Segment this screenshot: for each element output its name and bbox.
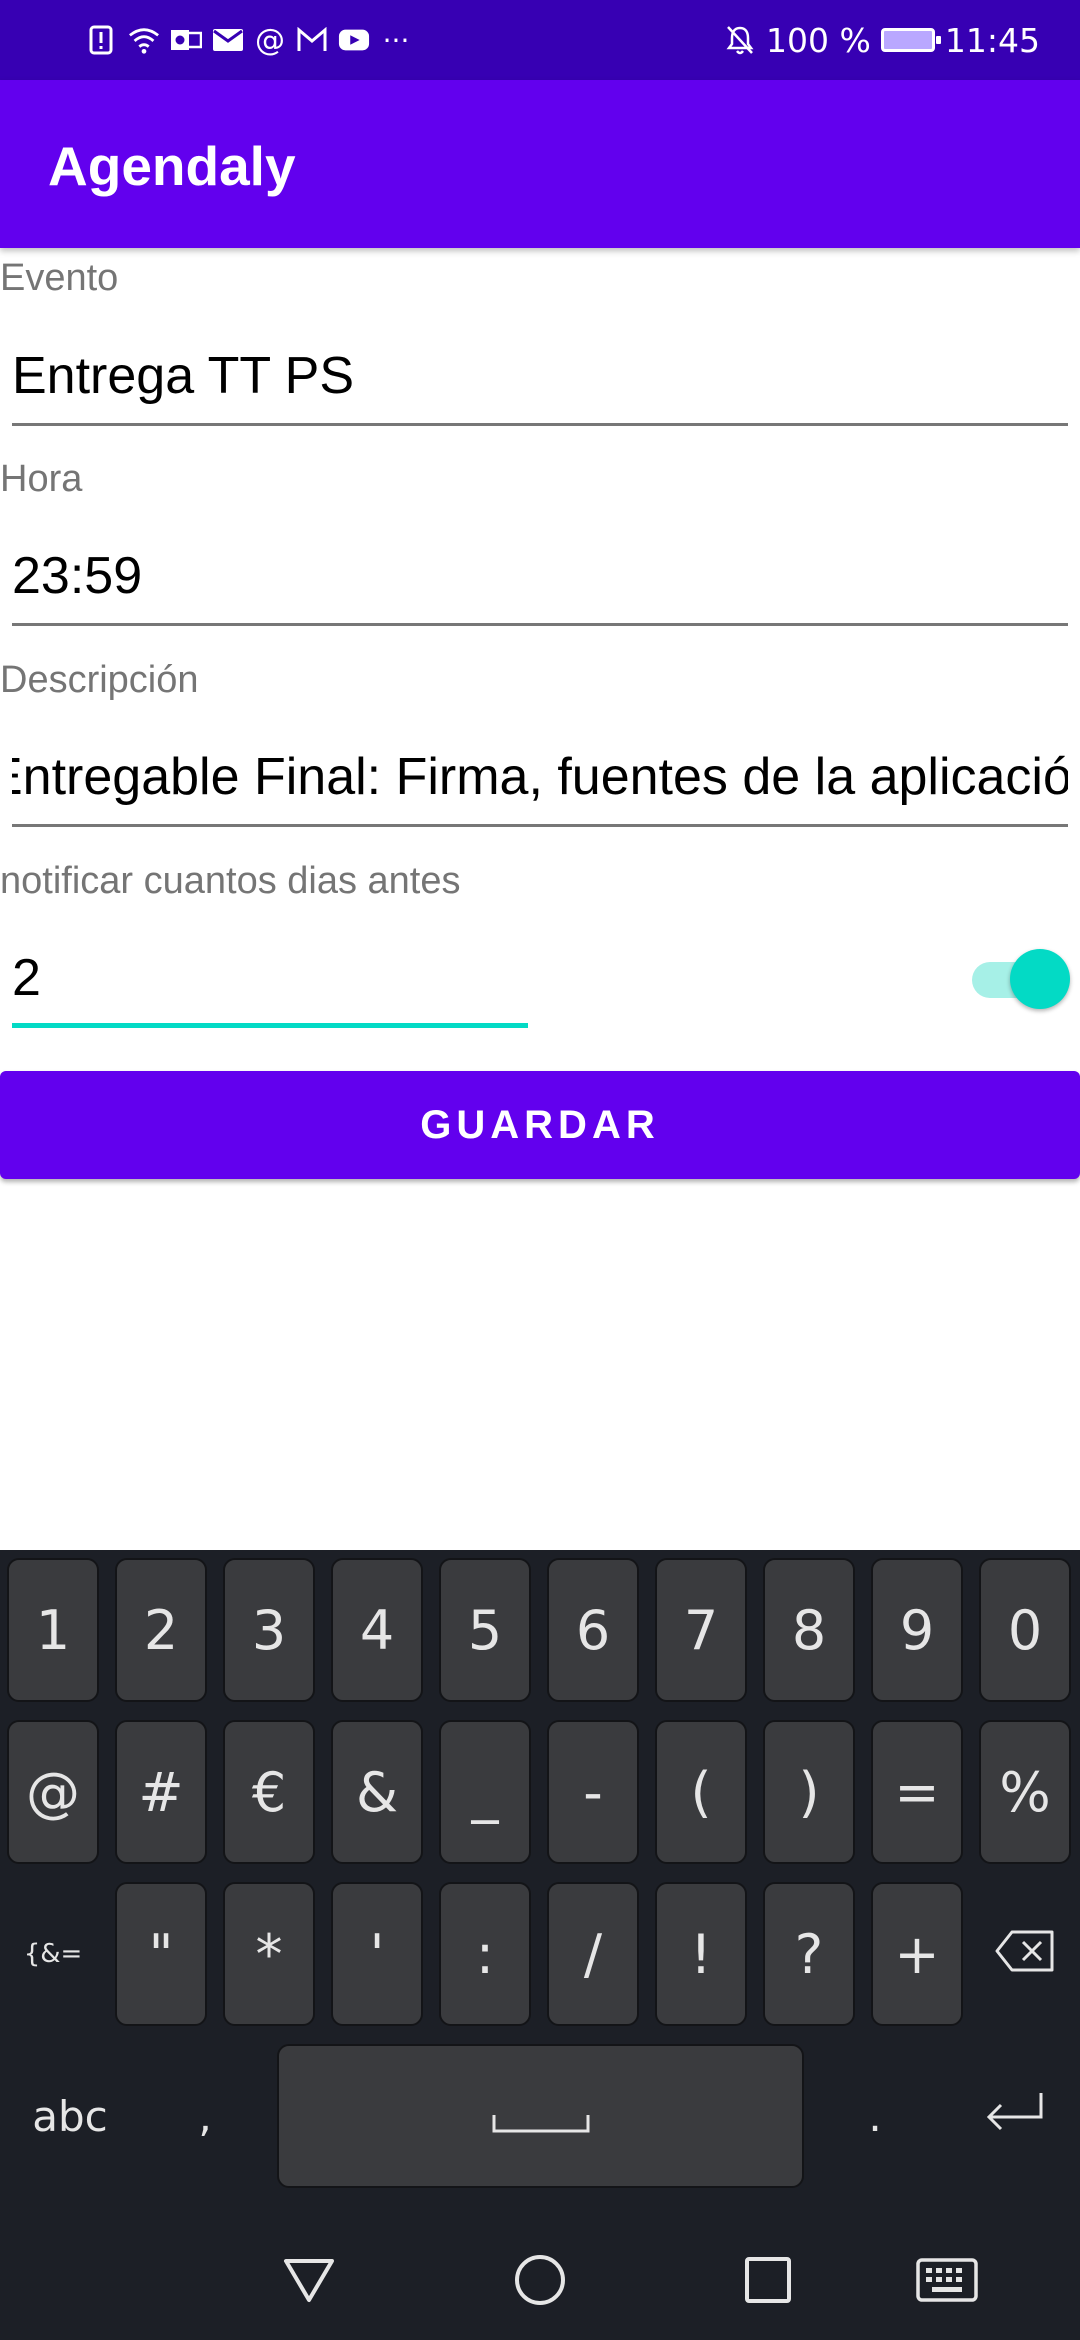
at-sign-icon: @ (255, 22, 285, 58)
key-3[interactable]: 3 (223, 1558, 315, 1702)
key-asterisk[interactable]: * (223, 1882, 315, 2026)
gmail-icon (296, 24, 328, 56)
more-notifications-icon: ··· (382, 23, 410, 57)
key-exclamation[interactable]: ! (655, 1882, 747, 2026)
key-slash[interactable]: / (547, 1882, 639, 2026)
spacebar[interactable] (277, 2044, 804, 2188)
backspace-icon (994, 1923, 1056, 1986)
key-open-paren[interactable]: ( (655, 1720, 747, 1864)
back-icon[interactable] (279, 2250, 339, 2310)
battery-icon (880, 28, 941, 52)
key-plus[interactable]: + (871, 1882, 963, 2026)
status-bar: @ ··· 100 % 11:45 (0, 0, 1080, 80)
battery-percent: 100 % (766, 20, 871, 60)
key-abc[interactable]: abc (15, 2044, 125, 2188)
key-8[interactable]: 8 (763, 1558, 855, 1702)
app-title: Agendaly (48, 135, 296, 197)
enter-key[interactable] (960, 2044, 1070, 2188)
notify-days-field[interactable]: 2 (12, 938, 528, 1028)
key-6[interactable]: 6 (547, 1558, 639, 1702)
symbol-keyboard: 1 2 3 4 5 6 7 8 9 0 @ # € & _ - ( ) = % … (0, 1550, 1080, 2220)
notify-toggle[interactable] (972, 949, 1072, 1009)
key-hash[interactable]: # (115, 1720, 207, 1864)
system-status: 100 % 11:45 (724, 20, 1040, 60)
app-bar: Agendaly (0, 80, 1080, 248)
key-more-symbols[interactable]: {&= (7, 1882, 99, 2026)
outlook-icon (170, 24, 202, 56)
key-ampersand[interactable]: & (331, 1720, 423, 1864)
key-question[interactable]: ? (763, 1882, 855, 2026)
key-apostrophe[interactable]: ' (331, 1882, 423, 2026)
key-percent[interactable]: % (979, 1720, 1071, 1864)
save-button[interactable]: GUARDAR (0, 1071, 1080, 1179)
recents-icon[interactable] (738, 2250, 798, 2310)
key-equals[interactable]: = (871, 1720, 963, 1864)
key-period[interactable]: . (830, 2044, 920, 2188)
key-9[interactable]: 9 (871, 1558, 963, 1702)
silent-bell-icon (724, 24, 756, 56)
notification-icons: @ ··· (86, 20, 412, 60)
system-nav-bar (0, 2220, 1080, 2340)
wifi-icon (128, 24, 160, 56)
backspace-key[interactable] (979, 1882, 1071, 2026)
key-0[interactable]: 0 (979, 1558, 1071, 1702)
event-label: Evento (0, 257, 119, 299)
keyboard-hide-icon[interactable] (912, 2250, 982, 2310)
key-euro[interactable]: € (223, 1720, 315, 1864)
mail-icon (212, 24, 244, 56)
key-7[interactable]: 7 (655, 1558, 747, 1702)
event-field[interactable]: Entrega TT PS (12, 336, 1068, 426)
description-label: Descripción (0, 659, 199, 701)
key-close-paren[interactable]: ) (763, 1720, 855, 1864)
toggle-thumb (1010, 949, 1070, 1009)
home-icon[interactable] (510, 2250, 570, 2310)
youtube-icon (338, 24, 370, 56)
space-icon (491, 2085, 591, 2148)
key-colon[interactable]: : (439, 1882, 531, 2026)
time-label: Hora (0, 458, 83, 500)
key-1[interactable]: 1 (7, 1558, 99, 1702)
key-dash[interactable]: - (547, 1720, 639, 1864)
time-field[interactable]: 23:59 (12, 536, 1068, 626)
key-4[interactable]: 4 (331, 1558, 423, 1702)
key-underscore[interactable]: _ (439, 1720, 531, 1864)
key-5[interactable]: 5 (439, 1558, 531, 1702)
key-double-quote[interactable]: " (115, 1882, 207, 2026)
description-field[interactable]: Entregable Final: Firma, fuentes de la a… (12, 737, 1068, 827)
key-2[interactable]: 2 (115, 1558, 207, 1702)
key-comma[interactable]: , (160, 2044, 250, 2188)
key-at[interactable]: @ (7, 1720, 99, 1864)
clock: 11:45 (944, 20, 1040, 60)
notify-days-label: notificar cuantos dias antes (0, 860, 461, 902)
enter-icon (983, 2085, 1047, 2148)
alert-icon (86, 24, 118, 56)
